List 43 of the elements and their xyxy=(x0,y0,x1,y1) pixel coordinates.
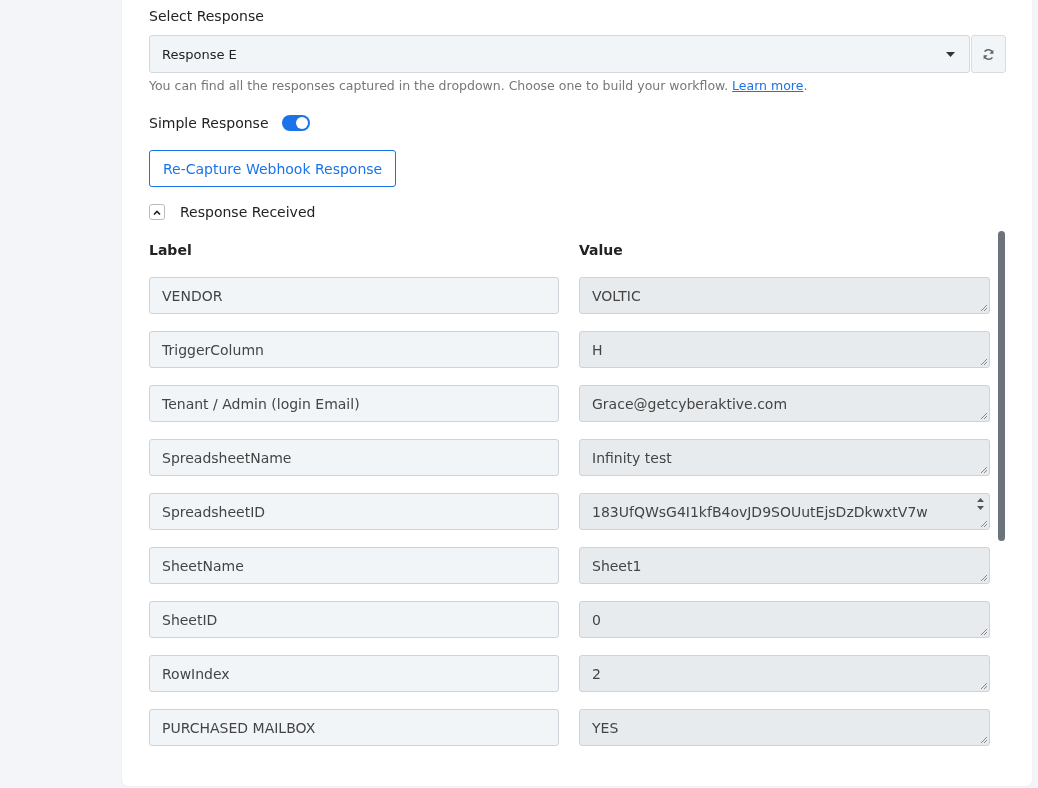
value-field[interactable]: Sheet1 xyxy=(579,547,990,584)
toggle-label: Simple Response xyxy=(149,115,269,131)
column-header: Label xyxy=(149,241,193,260)
refresh-icon xyxy=(982,47,995,61)
value-field[interactable]: 2 xyxy=(579,655,990,692)
label-field[interactable]: SheetName xyxy=(149,547,559,584)
collapse-button[interactable] xyxy=(149,204,165,220)
toggle-switch[interactable] xyxy=(281,115,310,131)
label-field[interactable]: TriggerColumn xyxy=(149,331,559,368)
refresh-button[interactable] xyxy=(971,35,1006,73)
resize-grip-icon xyxy=(980,412,987,419)
label-field[interactable]: VENDOR xyxy=(149,277,559,314)
label-field[interactable]: RowIndex xyxy=(149,655,559,692)
value-field[interactable]: 0 xyxy=(579,601,990,638)
caret-icon xyxy=(946,51,955,57)
response-dropdown[interactable]: Response E xyxy=(149,35,970,73)
resize-grip-icon xyxy=(980,574,987,581)
value-field[interactable]: Grace@getcyberaktive.com xyxy=(579,385,990,422)
chevron-icon xyxy=(153,209,161,215)
column-header: Value xyxy=(579,241,624,260)
label-field[interactable]: PURCHASED MAILBOX xyxy=(149,709,559,746)
resize-grip-icon xyxy=(980,628,987,635)
label-field[interactable]: SheetID xyxy=(149,601,559,638)
value-field[interactable]: YES xyxy=(579,709,990,746)
label-field[interactable]: SpreadsheetID xyxy=(149,493,559,530)
scrollbar[interactable] xyxy=(998,231,1005,541)
resize-grip-icon xyxy=(980,304,987,311)
resize-grip-icon xyxy=(980,358,987,365)
resize-grip-icon xyxy=(980,520,987,527)
label-field[interactable]: SpreadsheetName xyxy=(149,439,559,476)
value-field[interactable]: Infinity test xyxy=(579,439,990,476)
section-title: Response Received xyxy=(180,204,316,220)
spinner-icon xyxy=(976,497,985,511)
recapture-button[interactable]: Re-Capture Webhook Response xyxy=(149,150,397,187)
value-field[interactable]: VOLTIC xyxy=(579,277,990,314)
field-label: Select Response xyxy=(149,7,265,26)
resize-grip-icon xyxy=(980,736,987,743)
label-field[interactable]: Tenant / Admin (login Email) xyxy=(149,385,559,422)
resize-grip-icon xyxy=(980,466,987,473)
value-field[interactable]: 183UfQWsG4I1kfB4ovJD9SOUutEjsDzDkwxtV7w xyxy=(579,493,990,530)
resize-grip-icon xyxy=(980,682,987,689)
value-field[interactable]: H xyxy=(579,331,990,368)
help-text: You can find all the responses captured in the dropdown. Choose one to build your workflow. Learn more. xyxy=(149,78,809,94)
